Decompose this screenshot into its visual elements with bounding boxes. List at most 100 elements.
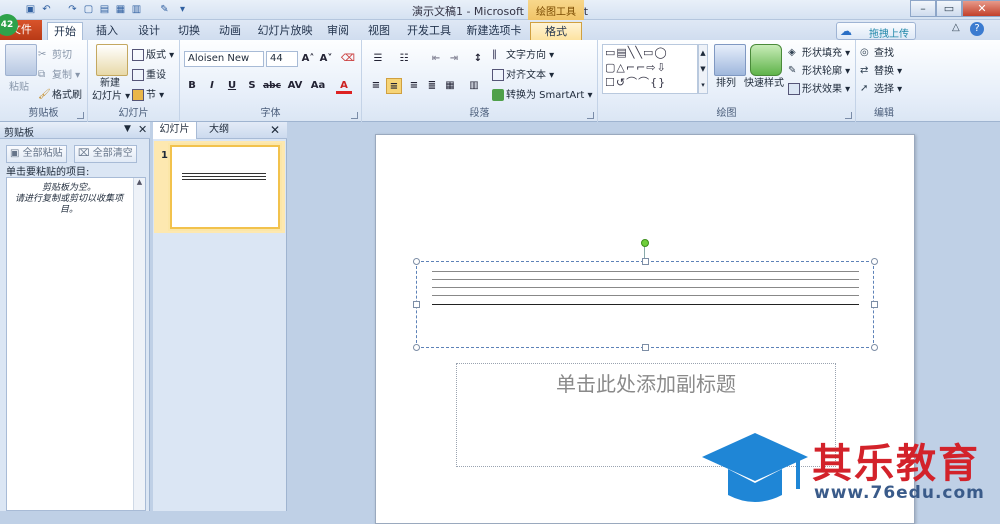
- grow-font-icon[interactable]: A˄: [300, 51, 316, 67]
- quick-styles-icon[interactable]: [750, 44, 782, 76]
- justify-icon[interactable]: ≣: [424, 78, 440, 94]
- slide-thumbnail[interactable]: [170, 145, 280, 229]
- copy-button[interactable]: ⧉ 复制 ▾: [38, 66, 80, 81]
- select-button[interactable]: ➚ 选择 ▾: [860, 80, 902, 95]
- shape-fill-button[interactable]: ◈ 形状填充 ▾: [788, 44, 850, 59]
- paint-bucket-icon: ◈: [788, 47, 796, 58]
- arrange-button[interactable]: 排列: [716, 74, 736, 89]
- section-icon: [132, 89, 144, 101]
- tab-slideshow[interactable]: 幻灯片放映: [254, 22, 316, 40]
- align-text-button[interactable]: 对齐文本 ▾: [492, 66, 554, 81]
- decrease-indent-icon[interactable]: ⇤: [428, 51, 444, 67]
- title-bar: 42 ▣ ↶ ↷ ▢ ▤ ▦ ▥ ✎ ▾ 演示文稿1 - Microsoft P…: [0, 0, 1000, 36]
- clear-format-icon[interactable]: ⌫: [340, 51, 356, 67]
- slide-number: 1: [161, 150, 168, 161]
- shadow-button[interactable]: S: [244, 78, 260, 94]
- resize-handle-w[interactable]: [413, 301, 420, 308]
- cut-button[interactable]: ✂ 剪切: [38, 46, 72, 61]
- distribute-icon[interactable]: ▦: [442, 78, 458, 94]
- smartart-button[interactable]: 转换为 SmartArt ▾: [492, 86, 593, 101]
- paste-icon[interactable]: [5, 44, 37, 76]
- increase-indent-icon[interactable]: ⇥: [446, 51, 462, 67]
- tab-design[interactable]: 设计: [131, 22, 167, 40]
- resize-handle-sw[interactable]: [413, 344, 420, 351]
- tab-home[interactable]: 开始: [47, 22, 83, 40]
- clipboard-items-list[interactable]: 剪贴板为空。 请进行复制或剪切以收集项目。 ▲: [6, 177, 146, 511]
- title-placeholder[interactable]: [413, 258, 878, 351]
- paste-button[interactable]: 粘贴: [9, 78, 29, 93]
- layout-button[interactable]: 版式 ▾: [132, 46, 174, 61]
- minimize-button[interactable]: –: [910, 0, 936, 17]
- tab-format[interactable]: 格式: [530, 22, 582, 40]
- drawing-launcher-icon[interactable]: [845, 112, 852, 119]
- numbering-icon[interactable]: ☷: [396, 51, 412, 67]
- rotation-handle[interactable]: [641, 239, 649, 247]
- underline-button[interactable]: U: [224, 78, 240, 94]
- watermark: 其乐教育 www.76edu.com: [700, 425, 1000, 511]
- format-painter-button[interactable]: 🖌格式刷: [38, 86, 82, 101]
- pane-menu-icon[interactable]: ▼: [124, 124, 131, 134]
- pane-close-icon[interactable]: ✕: [138, 123, 147, 136]
- close-button[interactable]: ✕: [962, 0, 1000, 17]
- resize-handle-ne[interactable]: [871, 258, 878, 265]
- paste-all-button[interactable]: ▣ 全部粘贴: [6, 145, 67, 163]
- italic-button[interactable]: I: [204, 78, 220, 94]
- slides-pane-close-icon[interactable]: ✕: [267, 122, 283, 139]
- columns-icon[interactable]: ▥: [466, 78, 482, 94]
- find-button[interactable]: ◎ 查找: [860, 44, 894, 59]
- ribbon-minimize-icon[interactable]: △: [952, 22, 960, 33]
- maximize-button[interactable]: ▭: [936, 0, 962, 17]
- tab-slides[interactable]: 幻灯片: [153, 122, 197, 139]
- arrange-icon[interactable]: [714, 44, 746, 76]
- tab-review[interactable]: 审阅: [320, 22, 356, 40]
- bold-button[interactable]: B: [184, 78, 200, 94]
- align-text-icon: [492, 69, 504, 81]
- tab-animations[interactable]: 动画: [212, 22, 248, 40]
- char-spacing-button[interactable]: AV: [284, 78, 306, 94]
- font-name-combo[interactable]: Aloisen New: [184, 51, 264, 67]
- font-launcher-icon[interactable]: [351, 112, 358, 119]
- reset-button[interactable]: 重设: [132, 66, 166, 81]
- resize-handle-s[interactable]: [642, 344, 649, 351]
- paragraph-launcher-icon[interactable]: [587, 112, 594, 119]
- font-size-combo[interactable]: 44: [266, 51, 298, 67]
- upload-button[interactable]: ☁ 拖拽上传: [836, 22, 916, 40]
- shrink-font-icon[interactable]: A˅: [318, 51, 334, 67]
- resize-handle-n[interactable]: [642, 258, 649, 265]
- replace-button[interactable]: ⇄ 替换 ▾: [860, 62, 902, 77]
- drawing-group-label: 绘图: [716, 108, 737, 119]
- clipboard-scrollbar[interactable]: ▲: [133, 178, 145, 510]
- tab-outline[interactable]: 大纲: [199, 122, 239, 139]
- tab-insert[interactable]: 插入: [89, 22, 125, 40]
- tab-view[interactable]: 视图: [361, 22, 397, 40]
- resize-handle-e[interactable]: [871, 301, 878, 308]
- resize-handle-se[interactable]: [871, 344, 878, 351]
- new-slide-icon[interactable]: [96, 44, 128, 76]
- resize-handle-nw[interactable]: [413, 258, 420, 265]
- strikethrough-button[interactable]: abc: [262, 78, 282, 94]
- help-icon[interactable]: ?: [970, 22, 984, 36]
- tab-developer[interactable]: 开发工具: [402, 22, 456, 40]
- text-direction-button[interactable]: ‖ 文字方向 ▾: [492, 46, 554, 61]
- align-center-icon[interactable]: ≡: [386, 78, 402, 94]
- title-line: [432, 271, 859, 272]
- shape-outline-button[interactable]: ✎ 形状轮廓 ▾: [788, 62, 850, 77]
- clear-all-icon: ⌧: [78, 148, 93, 159]
- new-slide-dropdown[interactable]: 幻灯片 ▾: [92, 87, 130, 102]
- align-right-icon[interactable]: ≡: [406, 78, 422, 94]
- clear-all-button[interactable]: ⌧ 全部清空: [74, 145, 137, 163]
- smartart-icon: [492, 89, 504, 101]
- tab-transitions[interactable]: 切换: [171, 22, 207, 40]
- section-button[interactable]: 节 ▾: [132, 86, 164, 101]
- clipboard-launcher-icon[interactable]: [77, 112, 84, 119]
- change-case-button[interactable]: Aa: [308, 78, 328, 94]
- font-color-button[interactable]: A: [336, 78, 352, 94]
- bullets-icon[interactable]: ☰: [370, 51, 386, 67]
- tab-new-tab[interactable]: 新建选项卡: [462, 22, 526, 40]
- line-spacing-icon[interactable]: ↕: [470, 51, 486, 67]
- shape-effects-button[interactable]: 形状效果 ▾: [788, 80, 850, 95]
- shapes-gallery[interactable]: ▭▤╲╲▭◯ ▢△⌐⌐⇨⇩ ☐↺⌒⌒{}: [602, 44, 698, 94]
- align-left-icon[interactable]: ≡: [368, 78, 384, 94]
- quick-styles-button[interactable]: 快速样式: [744, 74, 784, 89]
- shapes-scroll[interactable]: ▲ ▼ ▾: [698, 44, 708, 94]
